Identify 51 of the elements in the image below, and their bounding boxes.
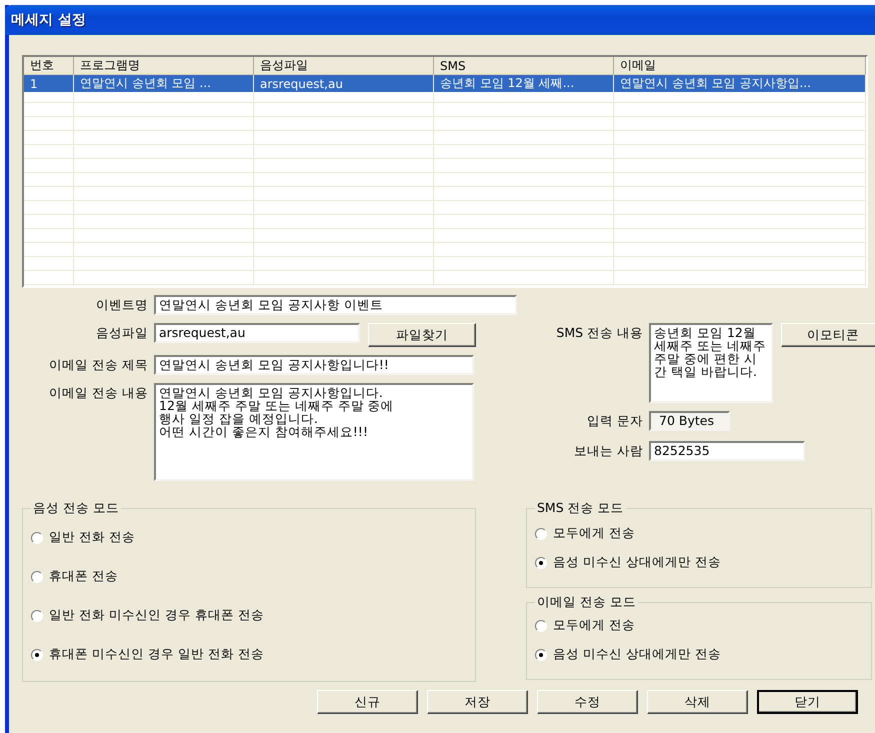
text-area[interactable]: 송년회 모임 12월 세째주 또는 네째주 주말 중에 편한 시간 택일 바랍니다. — [649, 323, 773, 403]
browse-button[interactable]: 파일찾기 — [368, 323, 476, 347]
field-label: 이벤트명 — [95, 296, 148, 314]
radio-option[interactable]: 휴대폰 전송 — [31, 568, 467, 585]
action-button[interactable]: 저장 — [427, 690, 528, 714]
text-area[interactable]: 연말연시 송년회 모임 공지사항입니다. 12월 세째주 주말 또는 네째주 주말 중에 행사 일정 잡을 예정입니다. 어떤 시간이 좋은지 참여해주세요!!! — [154, 383, 474, 481]
field-label: 입력 문자 — [586, 412, 643, 430]
radio-button[interactable] — [535, 528, 547, 540]
radio-option[interactable]: 일반 전화 전송 — [31, 529, 467, 546]
field-label: 보내는 사람 — [573, 442, 643, 460]
window-title: 메세지 설정 — [11, 11, 86, 29]
radio-button[interactable] — [535, 648, 547, 660]
input-field[interactable]: arsrequest,au — [154, 323, 360, 343]
field-label: 음성파일 — [95, 324, 148, 342]
table-cell: 연말연시 송년회 모임 공지사항입... — [614, 75, 866, 92]
radio-option[interactable]: 모두에게 전송 — [535, 525, 863, 542]
action-button[interactable]: 닫기 — [757, 690, 858, 714]
radio-button[interactable] — [535, 620, 547, 632]
radio-option[interactable]: 일반 전화 미수신인 경우 휴대폰 전송 — [31, 607, 467, 624]
input-field[interactable]: 연말연시 송년회 모임 공지사항 이벤트 — [154, 295, 517, 315]
radio-button[interactable] — [31, 532, 43, 544]
field-label: 이메일 전송 내용 — [48, 384, 148, 402]
column-header[interactable]: SMS — [434, 57, 614, 76]
radio-option[interactable]: 휴대폰 미수신인 경우 일반 전화 전송 — [31, 646, 467, 663]
group-title: 이메일 전송 모드 — [536, 594, 637, 611]
radio-option[interactable]: 모두에게 전송 — [535, 617, 863, 634]
column-header[interactable]: 프로그램명 — [74, 57, 254, 76]
emoticon-button[interactable]: 이모티콘 — [781, 323, 875, 347]
radio-option[interactable]: 음성 미수신 상대에게만 전송 — [535, 646, 863, 663]
column-header[interactable]: 이메일 — [614, 57, 866, 76]
column-header[interactable]: 음성파일 — [254, 57, 434, 76]
table-cell: 송년회 모임 12월 세째... — [434, 75, 614, 92]
radio-button[interactable] — [535, 556, 547, 568]
radio-option[interactable]: 음성 미수신 상대에게만 전송 — [535, 554, 863, 571]
group-title: SMS 전송 모드 — [536, 500, 625, 517]
field-label: 이메일 전송 제목 — [48, 356, 148, 374]
group-title: 음성 전송 모드 — [32, 500, 120, 517]
table-cell: 1 — [24, 75, 74, 92]
table-cell: 연말연시 송년회 모임 ... — [74, 75, 254, 92]
field-label: SMS 전송 내용 — [555, 324, 643, 342]
table-cell: arsrequest,au — [254, 75, 434, 92]
radio-button[interactable] — [31, 648, 43, 660]
radio-button[interactable] — [31, 610, 43, 622]
byte-count-field: 70 Bytes — [649, 411, 730, 431]
action-button[interactable]: 수정 — [537, 690, 638, 714]
input-field[interactable]: 연말연시 송년회 모임 공지사항입니다!! — [154, 355, 474, 375]
action-button[interactable]: 삭제 — [647, 690, 748, 714]
input-field[interactable]: 8252535 — [649, 441, 805, 461]
action-button[interactable]: 신규 — [317, 690, 418, 714]
radio-button[interactable] — [31, 570, 43, 582]
column-header[interactable]: 번호 — [24, 57, 74, 76]
